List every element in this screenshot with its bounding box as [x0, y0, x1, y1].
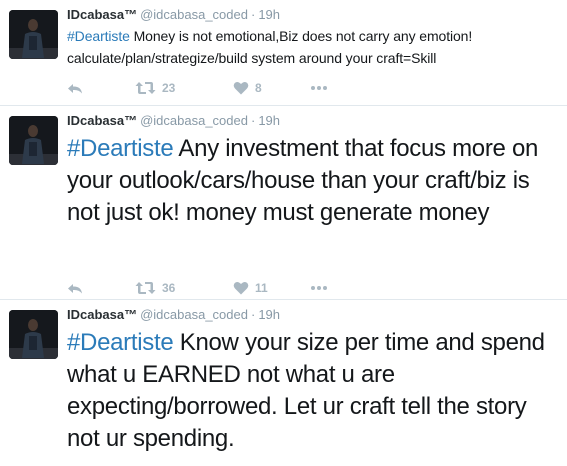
tweet-text: #Deartiste Money is not emotional,Biz do…	[67, 25, 559, 69]
avatar[interactable]	[9, 116, 58, 165]
retweet-icon	[135, 282, 156, 294]
timestamp[interactable]: 19h	[258, 307, 280, 322]
more-icon	[311, 86, 327, 90]
timestamp[interactable]: 19h	[258, 7, 280, 22]
separator-dot: ·	[250, 113, 256, 128]
tweet-header: IDcabasa™ @idcabasa_coded · 19h	[67, 7, 280, 23]
like-button[interactable]: 11	[233, 278, 268, 298]
reply-icon	[68, 84, 82, 94]
heart-icon	[233, 282, 249, 295]
retweet-icon	[135, 82, 156, 94]
like-count: 8	[255, 81, 262, 95]
retweet-count: 36	[162, 281, 176, 295]
tweet-header: IDcabasa™ @idcabasa_coded · 19h	[67, 113, 280, 129]
display-name[interactable]: IDcabasa™	[67, 307, 137, 322]
heart-icon	[233, 82, 249, 95]
tweet[interactable]: IDcabasa™ @idcabasa_coded · 19h #Deartiste …	[0, 0, 567, 106]
like-count: 11	[255, 281, 268, 295]
avatar-image	[9, 116, 58, 165]
retweet-button[interactable]: 23	[135, 78, 175, 98]
tweet-text: #Deartiste Any investment that focus mor…	[67, 133, 559, 229]
tweet-text: #Deartiste Know your size per time and s…	[67, 327, 559, 455]
like-button[interactable]: 8	[233, 78, 262, 98]
hashtag-link[interactable]: #Deartiste	[67, 135, 174, 162]
tweet-header: IDcabasa™ @idcabasa_coded · 19h	[67, 307, 280, 323]
tweet[interactable]: IDcabasa™ @idcabasa_coded · 19h #Deartiste …	[0, 106, 567, 300]
separator-dot: ·	[250, 7, 256, 22]
avatar[interactable]	[9, 10, 58, 59]
reply-button[interactable]	[67, 78, 83, 98]
avatar[interactable]	[9, 310, 58, 359]
hashtag-link[interactable]: #Deartiste	[67, 28, 130, 44]
more-icon	[311, 286, 327, 290]
retweet-count: 23	[162, 81, 176, 95]
username[interactable]: @idcabasa_coded	[140, 113, 248, 128]
retweet-button[interactable]: 36	[135, 278, 175, 298]
avatar-image	[9, 10, 58, 59]
reply-icon	[68, 284, 82, 294]
display-name[interactable]: IDcabasa™	[67, 7, 137, 22]
username[interactable]: @idcabasa_coded	[140, 307, 248, 322]
more-button[interactable]	[310, 278, 328, 298]
avatar-image	[9, 310, 58, 359]
timestamp[interactable]: 19h	[258, 113, 280, 128]
tweet-timeline: IDcabasa™ @idcabasa_coded · 19h #Deartiste …	[0, 0, 567, 466]
more-button[interactable]	[310, 78, 328, 98]
username[interactable]: @idcabasa_coded	[140, 7, 248, 22]
reply-button[interactable]	[67, 278, 83, 298]
separator-dot: ·	[250, 307, 256, 322]
display-name[interactable]: IDcabasa™	[67, 113, 137, 128]
tweet[interactable]: IDcabasa™ @idcabasa_coded · 19h #Deartiste …	[0, 300, 567, 466]
hashtag-link[interactable]: #Deartiste	[67, 329, 174, 356]
